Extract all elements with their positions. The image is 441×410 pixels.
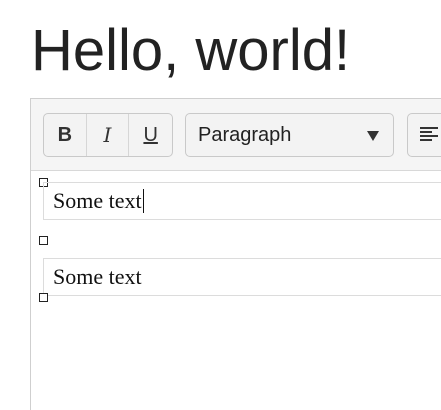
block-format-select[interactable]: Paragraph [185,113,394,157]
chevron-down-icon [367,131,379,141]
block-handle-bottom[interactable] [39,293,48,302]
rich-text-editor: B I U Paragraph Some text Some text [30,98,441,410]
paragraph-text: Some text [53,264,142,289]
text-caret [142,189,144,213]
editor-content[interactable]: Some text Some text [31,172,441,410]
paragraph-block-1[interactable]: Some text [43,182,441,220]
align-button[interactable] [407,113,441,157]
bold-button[interactable]: B [44,114,87,156]
text-format-group: B I U [43,113,173,157]
paragraph-text: Some text [53,188,142,213]
align-left-icon [420,127,438,143]
editor-toolbar: B I U Paragraph [31,99,441,171]
block-handle-middle[interactable] [39,236,48,245]
paragraph-block-2[interactable]: Some text [43,258,441,296]
italic-button[interactable]: I [87,114,130,156]
underline-button[interactable]: U [129,114,172,156]
block-format-value: Paragraph [198,123,292,146]
page-title: Hello, world! [31,18,351,83]
